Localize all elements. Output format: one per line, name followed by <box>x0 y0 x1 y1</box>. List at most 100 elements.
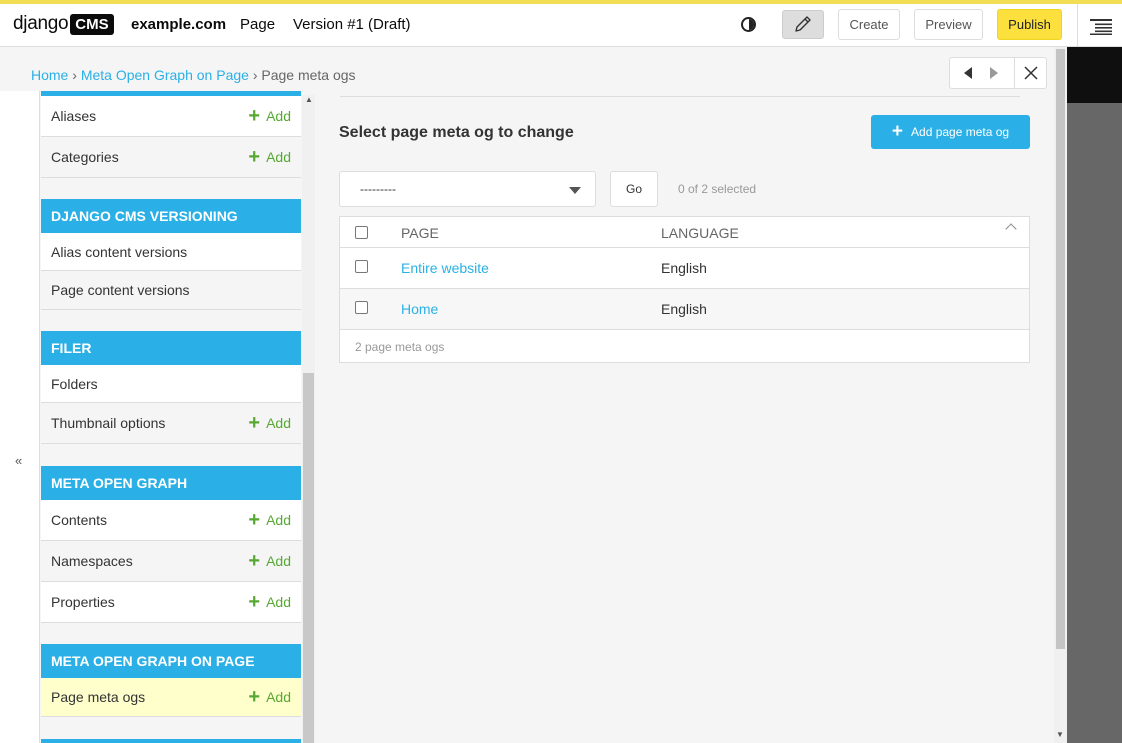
go-button[interactable]: Go <box>610 171 658 207</box>
content-scrollbar-thumb[interactable] <box>1056 49 1065 649</box>
version-menu[interactable]: Version #1 (Draft) <box>293 16 411 33</box>
module-meta-open-graph: META OPEN GRAPH Contents + Add Namespaces… <box>41 466 301 623</box>
nav-item-label: Contents <box>51 512 108 528</box>
cms-toolbar: django CMS example.com Page Version #1 (… <box>0 0 1122 47</box>
action-select[interactable]: --------- <box>339 171 596 207</box>
add-link[interactable]: + Add <box>248 550 291 572</box>
table-row: Home English <box>340 289 1029 330</box>
create-button[interactable]: Create <box>838 9 900 40</box>
collapse-sidebar-toggle[interactable]: « <box>15 453 22 468</box>
breadcrumb-home[interactable]: Home <box>31 67 68 83</box>
back-arrow-icon[interactable] <box>962 66 974 80</box>
sidebar-scrollbar-thumb[interactable] <box>303 373 314 743</box>
page-menu[interactable]: Page <box>240 16 275 33</box>
select-all-checkbox[interactable] <box>355 226 368 239</box>
nav-item-label: Namespaces <box>51 553 133 569</box>
contrast-toggle-icon[interactable] <box>741 17 756 32</box>
module-header-partial <box>41 739 301 743</box>
breadcrumb-current: Page meta ogs <box>261 67 356 83</box>
plus-icon: + <box>248 146 261 168</box>
nav-item-thumbnail-options[interactable]: Thumbnail options + Add <box>41 403 301 444</box>
add-label: Add <box>266 512 291 528</box>
column-header-language[interactable]: Language <box>661 225 739 241</box>
nav-item-namespaces[interactable]: Namespaces + Add <box>41 541 301 582</box>
nav-item-page-meta-ogs[interactable]: Page meta ogs + Add <box>41 678 301 717</box>
nav-item-label: Categories <box>51 149 119 165</box>
page-title: Select page meta og to change <box>339 124 574 141</box>
plus-icon: + <box>248 412 261 434</box>
add-link[interactable]: + Add <box>248 412 291 434</box>
module-filer: FILER Folders Thumbnail options + Add <box>41 331 301 444</box>
chevron-down-icon <box>569 187 581 194</box>
row-language: English <box>661 301 707 317</box>
table-row: Entire website English <box>340 248 1029 289</box>
sideframe-controls <box>949 57 1047 89</box>
sort-ascending-icon[interactable] <box>1005 223 1017 235</box>
nav-item-label: Thumbnail options <box>51 415 166 431</box>
breadcrumb-separator: › <box>72 67 77 83</box>
nav-item-alias-content-versions[interactable]: Alias content versions <box>41 233 301 271</box>
preview-button[interactable]: Preview <box>914 9 983 40</box>
column-header-page[interactable]: Page <box>401 225 439 241</box>
add-link[interactable]: + Add <box>248 146 291 168</box>
edit-mode-button[interactable] <box>782 10 824 39</box>
add-link[interactable]: + Add <box>248 687 291 707</box>
add-link[interactable]: + Add <box>248 510 291 530</box>
app-nav-sidebar: Aliases + Add Categories + Add DJANGO CMS … <box>41 91 301 743</box>
module-header[interactable]: META OPEN GRAPH ON PAGE <box>41 644 301 678</box>
result-list-table: Page Language Entire website English Hom… <box>339 216 1030 363</box>
breadcrumb: Home › Meta Open Graph on Page › Page me… <box>31 67 356 83</box>
close-icon[interactable] <box>1024 66 1038 80</box>
forward-arrow-icon[interactable] <box>988 66 1000 80</box>
scroll-down-arrow-icon[interactable]: ▼ <box>1056 730 1064 739</box>
breadcrumb-separator: › <box>252 67 258 83</box>
nav-item-folders[interactable]: Folders <box>41 365 301 403</box>
result-count: 2 page meta ogs <box>355 340 445 354</box>
module-header[interactable]: META OPEN GRAPH <box>41 466 301 500</box>
plus-icon: + <box>248 105 261 127</box>
module-versioning: DJANGO CMS VERSIONING Alias content vers… <box>41 199 301 310</box>
controls-divider <box>1014 58 1015 88</box>
nav-item-page-content-versions[interactable]: Page content versions <box>41 271 301 310</box>
action-select-value: --------- <box>360 182 396 196</box>
structure-menu-icon[interactable] <box>1090 19 1112 35</box>
nav-item-aliases[interactable]: Aliases + Add <box>41 96 301 137</box>
add-button-label: Add page meta og <box>911 125 1010 139</box>
content-preview-top <box>1067 47 1122 103</box>
nav-item-label: Page content versions <box>51 282 190 298</box>
row-checkbox[interactable] <box>355 260 368 273</box>
add-link[interactable]: + Add <box>248 591 291 613</box>
add-label: Add <box>266 553 291 569</box>
add-label: Add <box>266 415 291 431</box>
module-meta-open-graph-on-page: META OPEN GRAPH ON PAGE Page meta ogs + A… <box>41 644 301 717</box>
content-scrollbar[interactable]: ▼ <box>1054 47 1067 743</box>
add-link[interactable]: + Add <box>248 105 291 127</box>
nav-item-label: Folders <box>51 375 98 392</box>
logo-cms-text: CMS <box>70 13 114 35</box>
add-page-meta-og-button[interactable]: + Add page meta og <box>871 115 1030 149</box>
add-label: Add <box>266 594 291 610</box>
scroll-up-arrow-icon[interactable]: ▲ <box>305 95 313 104</box>
sidebar-gutter <box>0 91 40 743</box>
site-menu[interactable]: example.com <box>131 16 226 33</box>
breadcrumb-app[interactable]: Meta Open Graph on Page <box>81 67 249 83</box>
logo-django-text: django <box>13 13 69 34</box>
django-cms-logo[interactable]: django CMS <box>13 13 114 35</box>
nav-item-categories[interactable]: Categories + Add <box>41 137 301 178</box>
nav-item-properties[interactable]: Properties + Add <box>41 582 301 623</box>
nav-item-label: Page meta ogs <box>51 689 146 705</box>
toolbar-divider <box>1077 4 1078 47</box>
row-page-link[interactable]: Home <box>401 301 438 317</box>
nav-item-contents[interactable]: Contents + Add <box>41 500 301 541</box>
plus-icon: + <box>248 550 261 572</box>
module-header[interactable]: DJANGO CMS VERSIONING <box>41 199 301 233</box>
row-checkbox[interactable] <box>355 301 368 314</box>
row-page-link[interactable]: Entire website <box>401 260 489 276</box>
selected-count: 0 of 2 selected <box>678 182 757 196</box>
publish-button[interactable]: Publish <box>997 9 1062 40</box>
add-label: Add <box>266 689 291 705</box>
plus-icon: + <box>248 591 261 613</box>
module-header[interactable]: FILER <box>41 331 301 365</box>
sidebar-scrollbar[interactable]: ▲ <box>302 95 315 743</box>
pencil-icon <box>795 16 811 32</box>
